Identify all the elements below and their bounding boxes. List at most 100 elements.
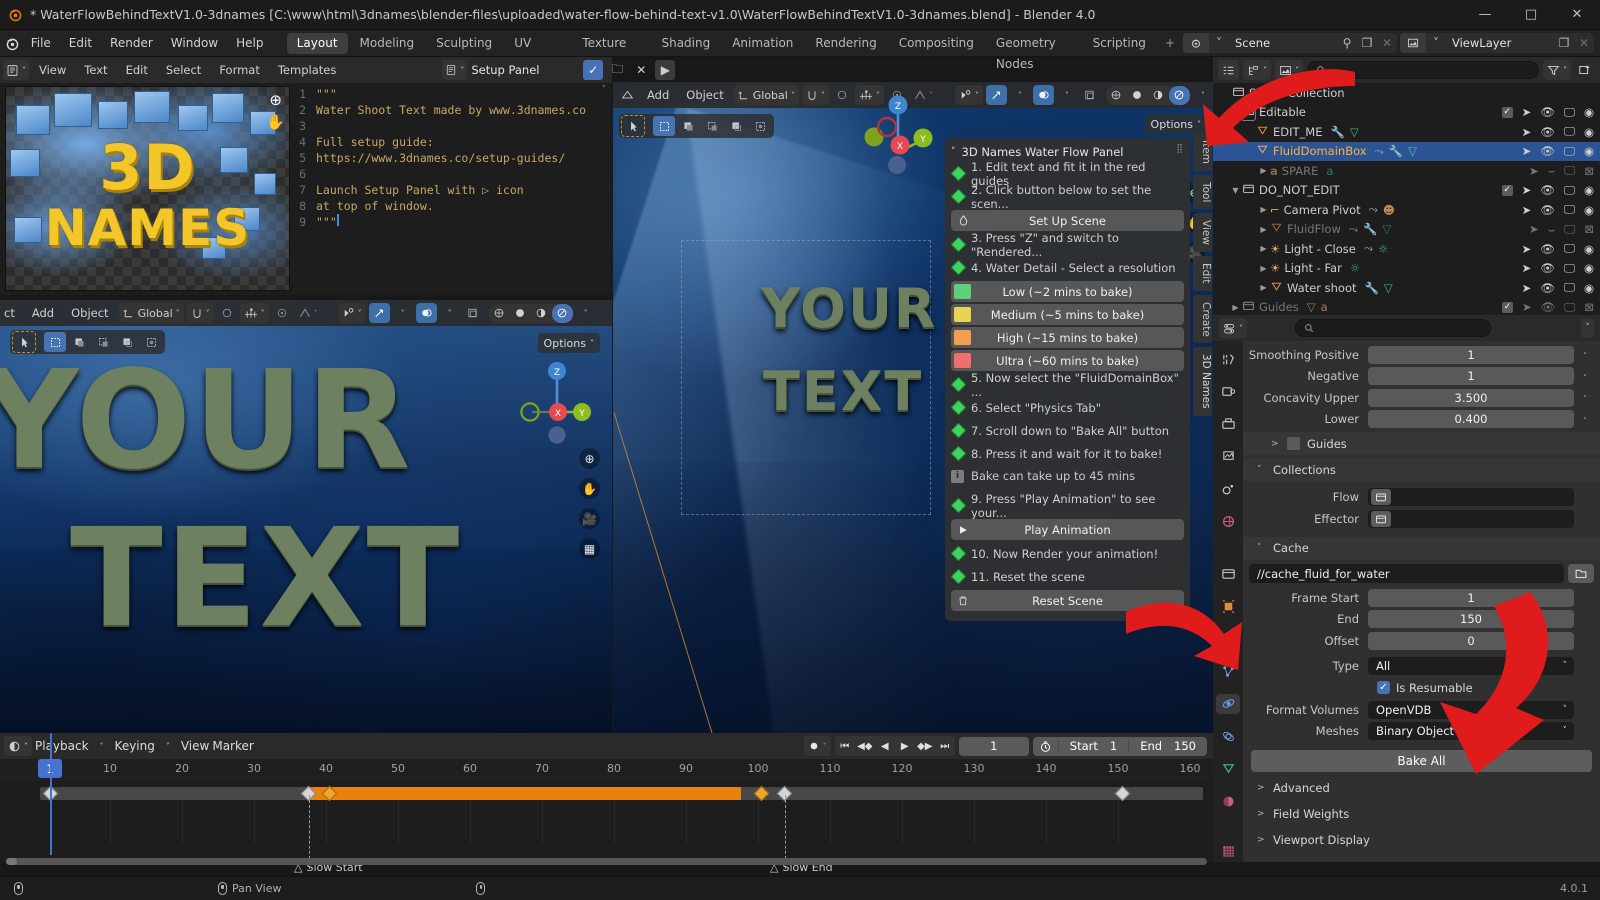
field-is-resumable[interactable]: ✓ Is Resumable bbox=[1243, 678, 1600, 698]
tool-select-subtract-icon[interactable] bbox=[701, 116, 723, 136]
cursor-icon[interactable]: ➤ bbox=[1522, 183, 1532, 197]
eye-icon[interactable]: 👁 bbox=[1540, 203, 1555, 217]
cursor-icon[interactable]: ➤ bbox=[1522, 281, 1532, 295]
shading-rendered-icon[interactable] bbox=[1168, 85, 1190, 105]
screen-icon[interactable]: 🖵 bbox=[1564, 183, 1575, 198]
row-modifiers[interactable]: 🔧 ▽ bbox=[1365, 281, 1393, 295]
tool-select-box-icon-bottom[interactable] bbox=[44, 332, 66, 352]
tab-scene-icon[interactable] bbox=[1216, 479, 1240, 499]
viewport-top-options-button[interactable]: Options ˅ bbox=[1144, 114, 1207, 134]
camera-icon[interactable]: ◉ bbox=[1584, 105, 1594, 119]
font-data-icon[interactable]: a bbox=[1326, 164, 1333, 178]
tab-object-icon[interactable] bbox=[1216, 596, 1240, 616]
outliner-filter-id-type[interactable]: ˅ bbox=[1275, 60, 1303, 80]
water-flow-panel[interactable]: ⣿ ˅ 3D Names Water Flow Panel 1. Edit te… bbox=[945, 138, 1190, 621]
resolution-low-button[interactable]: Low (~2 mins to bake) bbox=[951, 281, 1184, 302]
resolution-medium-button[interactable]: Medium (~5 mins to bake) bbox=[951, 304, 1184, 325]
field-frame-offset[interactable]: Offset 0 bbox=[1243, 631, 1600, 651]
viewport-bottom-menu-select[interactable]: ct bbox=[4, 306, 22, 320]
tab-particles-icon[interactable] bbox=[1216, 661, 1240, 681]
cursor-icon[interactable]: ➤ bbox=[1522, 203, 1532, 217]
shading-wireframe-icon[interactable] bbox=[1106, 86, 1127, 105]
timeline-canvas[interactable]: △ Slow Start △ Slow End bbox=[0, 733, 1213, 874]
panel-drag-dots-icon[interactable]: ⣿ bbox=[1176, 144, 1184, 154]
scene-selector[interactable]: ˅ Scene ⚲ ❐ ✕ bbox=[1183, 33, 1397, 53]
tab-world-icon[interactable] bbox=[1216, 511, 1240, 531]
playback-buttons[interactable]: ⏮ ◀◆ ◀ ▶ ◆▶ ⏭ bbox=[834, 736, 955, 756]
field-value[interactable] bbox=[1368, 488, 1574, 506]
mesh-data-icon[interactable]: ▽ bbox=[1350, 125, 1359, 139]
tab-object-data-icon[interactable] bbox=[1216, 759, 1240, 779]
expand-triangle-icon[interactable]: ▶ bbox=[1229, 303, 1242, 312]
timeline-playhead[interactable] bbox=[50, 733, 52, 855]
row-modifiers[interactable]: a bbox=[1326, 164, 1333, 178]
tool-select-intersect-icon[interactable] bbox=[749, 116, 771, 136]
properties-editor-type-icon[interactable]: ˅ bbox=[1219, 318, 1247, 338]
tab-collection-icon[interactable] bbox=[1216, 564, 1240, 584]
field-value[interactable] bbox=[1368, 509, 1574, 528]
field-value[interactable]: Binary Object ˅ bbox=[1368, 722, 1574, 740]
field-value[interactable]: 0.400 bbox=[1368, 410, 1574, 428]
jump-to-end-icon[interactable]: ⏭ bbox=[935, 736, 955, 756]
workspace-tab-layout[interactable]: Layout bbox=[286, 32, 348, 54]
field-concavity-upper[interactable]: Concavity Upper 3.500 · bbox=[1243, 388, 1600, 408]
viewport-top-menu-add[interactable]: Add bbox=[640, 88, 676, 102]
tool-select-box-icon[interactable] bbox=[653, 116, 675, 136]
proportional-edit-toggle[interactable] bbox=[832, 85, 852, 105]
camera-icon[interactable]: ◉ bbox=[1584, 183, 1594, 197]
row-toggles[interactable]: ➤ 👁 🖵 ◉ bbox=[1522, 202, 1594, 217]
camera-icon[interactable]: ◉ bbox=[1584, 144, 1594, 158]
screen-icon[interactable]: 🖵 bbox=[1564, 280, 1575, 295]
timeline-horizontal-scrollbar[interactable] bbox=[6, 858, 1207, 865]
eye-icon[interactable]: 👁 bbox=[1541, 300, 1556, 314]
physics-icon[interactable]: ⤳ bbox=[1369, 202, 1378, 217]
animate-dot-icon[interactable]: · bbox=[1580, 412, 1590, 427]
viewport-bottom-axis-gizmo[interactable]: Z Y X bbox=[512, 355, 592, 445]
editor-type-selector[interactable]: ˅ bbox=[3, 60, 29, 80]
mesh-data-icon[interactable]: ▽ bbox=[1382, 222, 1391, 236]
workspace-tab-geometry-nodes[interactable]: Geometry Nodes bbox=[986, 33, 1081, 71]
physics-icon[interactable]: ⤳ bbox=[1349, 222, 1358, 237]
outliner-editor-type-icon[interactable] bbox=[1218, 60, 1239, 80]
pin-icon[interactable]: ⚲ bbox=[1337, 33, 1357, 53]
play-reverse-icon[interactable]: ◀ bbox=[875, 736, 895, 756]
tab-texture-icon[interactable] bbox=[1216, 841, 1240, 861]
tab-tool-icon[interactable] bbox=[1216, 349, 1240, 369]
menu-edit[interactable]: Edit bbox=[60, 33, 101, 54]
run-script-icon[interactable]: ▶ bbox=[655, 60, 676, 80]
cursor-icon[interactable]: ➤ bbox=[1529, 164, 1539, 178]
workspace-tab-shading[interactable]: Shading bbox=[651, 33, 720, 54]
proportional-edit-toggle-bottom[interactable] bbox=[217, 303, 237, 323]
menu-window[interactable]: Window bbox=[162, 33, 227, 54]
workspace-tab-rendering[interactable]: Rendering bbox=[805, 33, 886, 54]
overlays-toggle[interactable] bbox=[1032, 85, 1054, 105]
open-text-icon[interactable]: 🗀 bbox=[607, 60, 627, 80]
npanel-tabs[interactable]: Item Tool View Edit Create 3D Names bbox=[1193, 133, 1212, 417]
checkbox-icon[interactable]: ✓ bbox=[1502, 301, 1514, 313]
proportional-editing-icon-bottom[interactable] bbox=[272, 303, 292, 323]
field-meshes[interactable]: Meshes Binary Object ˅ bbox=[1243, 721, 1600, 741]
snap-toggle-bottom[interactable]: ˅ bbox=[186, 303, 214, 323]
tool-tweak-icon[interactable] bbox=[621, 115, 645, 137]
xray-toggle-bottom[interactable] bbox=[463, 303, 483, 323]
viewport-bottom-menu-add[interactable]: Add bbox=[25, 306, 61, 320]
animate-dot-icon[interactable]: · bbox=[1580, 390, 1590, 405]
screen-icon[interactable]: 🖵 bbox=[1564, 144, 1575, 159]
next-keyframe-icon[interactable]: ◆▶ bbox=[915, 736, 935, 756]
section-viewport-display[interactable]: > Viewport Display bbox=[1243, 828, 1600, 851]
wrench-icon[interactable]: 🔧 bbox=[1330, 125, 1344, 139]
use-preview-range-icon[interactable] bbox=[1033, 739, 1059, 753]
properties-options-chevron[interactable]: ˅ bbox=[1581, 318, 1594, 338]
screen-icon[interactable]: 🖵 bbox=[1564, 163, 1575, 178]
row-toggles[interactable]: ✓ ➤ 👁 🖵 ◉ bbox=[1501, 105, 1594, 120]
mesh-data-icon[interactable]: ▽ bbox=[1408, 144, 1417, 158]
workspace-tab-uv-editing[interactable]: UV Editing bbox=[504, 33, 570, 71]
npanel-tab-item[interactable]: Item bbox=[1193, 133, 1212, 171]
set-up-scene-button[interactable]: Set Up Scene bbox=[951, 210, 1184, 231]
timeline-menu-playback[interactable]: Playback bbox=[35, 739, 89, 753]
eye-icon[interactable]: 👁 bbox=[1540, 144, 1555, 158]
zoom-icon[interactable]: ⊕ bbox=[269, 91, 282, 109]
outliner-row-light-close[interactable]: ▶ ☀ Light - Close ⤳ ☼ ➤ 👁 🖵 ◉ bbox=[1213, 239, 1600, 259]
outliner-row-camera-pivot[interactable]: ▶ ⌐ Camera Pivot ⤳ ☻ ➤ 👁 🖵 ◉ bbox=[1213, 200, 1600, 220]
outliner-row-fluid-flow[interactable]: ▶ FluidFlow ⤳ 🔧 ▽ ➤ ⌣ 🖵 ⊠ bbox=[1213, 220, 1600, 240]
